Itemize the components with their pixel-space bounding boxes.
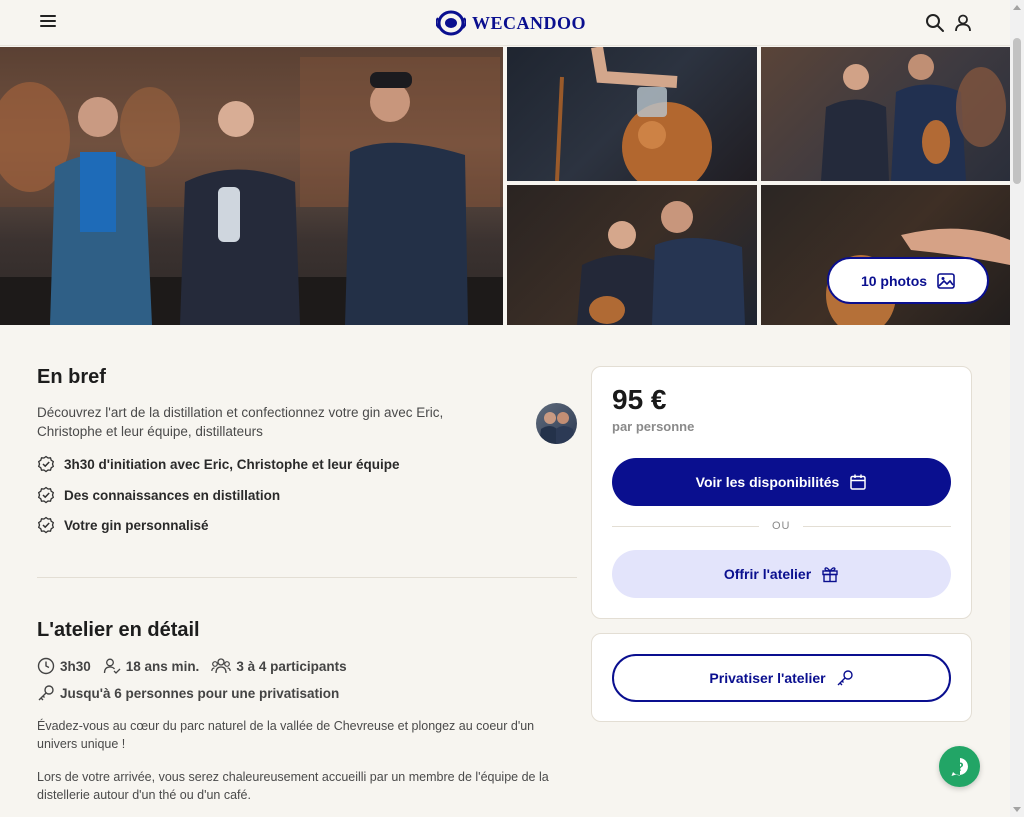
group-icon	[211, 658, 232, 674]
svg-text:?: ?	[956, 760, 963, 774]
gallery-photo-4[interactable]	[507, 185, 757, 325]
or-label: OU	[772, 520, 791, 532]
badge-check-icon	[37, 516, 55, 534]
image-icon	[937, 272, 955, 289]
detail-paragraph: Lors de votre arrivée, vous serez chaleu…	[37, 770, 549, 802]
gallery-photo-main[interactable]	[0, 47, 503, 325]
privatise-workshop-label: Privatiser l'atelier	[709, 670, 826, 686]
gift-icon	[822, 567, 838, 583]
view-all-photos-button[interactable]: 10 photos	[827, 257, 989, 304]
see-availability-label: Voir les disponibilités	[695, 474, 840, 490]
brand-logo[interactable]: WECANDOO	[436, 9, 586, 37]
photo-gallery: 10 photos	[0, 47, 1010, 325]
see-availability-button[interactable]: Voir les disponibilités	[612, 458, 951, 506]
detail-paragraph: Évadez-vous au cœur du parc naturel de l…	[37, 719, 535, 751]
calendar-icon	[850, 474, 867, 490]
or-divider-right	[803, 526, 951, 527]
brief-bullet-text: Des connaissances en distillation	[64, 487, 281, 503]
user-check-icon	[103, 658, 121, 674]
brief-bullet-text: Votre gin personnalisé	[64, 517, 209, 533]
privatise-workshop-button[interactable]: Privatiser l'atelier	[612, 654, 951, 702]
site-header: WECANDOO	[0, 0, 1010, 46]
privatisation-text: Jusqu'à 6 personnes pour une privatisati…	[60, 685, 340, 701]
gift-workshop-button[interactable]: Offrir l'atelier	[612, 550, 951, 598]
gallery-photo-5[interactable]	[761, 185, 1010, 325]
price: 95 €	[612, 384, 667, 415]
logo-text: WECANDOO	[472, 12, 587, 33]
gallery-photo-3[interactable]	[761, 47, 1010, 181]
badge-check-icon	[37, 486, 55, 504]
or-divider-left	[612, 526, 759, 527]
user-icon[interactable]	[953, 13, 973, 33]
detail-meta: 3h30 18 ans min. 3 à 4 participants	[37, 657, 351, 675]
hamburger-menu-icon[interactable]	[40, 15, 56, 29]
brief-bullet: 3h30 d'initiation avec Eric, Christophe …	[37, 455, 400, 473]
brief-intro: Découvrez l'art de la distillation et co…	[37, 405, 444, 439]
price-unit: par personne	[612, 419, 695, 434]
brief-bullet-text: 3h30 d'initiation avec Eric, Christophe …	[64, 456, 400, 472]
age-text: 18 ans min.	[125, 658, 200, 674]
search-icon[interactable]	[925, 13, 945, 33]
privatisation-info: Jusqu'à 6 personnes pour une privatisati…	[37, 684, 339, 702]
scroll-up-arrow-icon[interactable]	[1013, 5, 1021, 10]
page-scrollbar[interactable]	[1010, 0, 1024, 817]
duration-text: 3h30	[60, 658, 91, 674]
brief-title: En bref	[37, 366, 106, 388]
scroll-thumb[interactable]	[1013, 38, 1021, 184]
help-chat-button[interactable]: ?	[939, 746, 980, 787]
detail-title: L'atelier en détail	[37, 619, 200, 641]
help-question-icon: ?	[951, 757, 968, 776]
logo-mark-icon	[436, 10, 466, 36]
brief-bullet: Des connaissances en distillation	[37, 486, 280, 504]
participants-text: 3 à 4 participants	[236, 658, 347, 674]
key-icon	[837, 670, 853, 686]
gift-workshop-label: Offrir l'atelier	[723, 566, 812, 582]
clock-icon	[37, 657, 55, 675]
host-avatar[interactable]	[536, 403, 577, 444]
section-divider	[37, 577, 577, 578]
badge-check-icon	[37, 455, 55, 473]
gallery-photo-2[interactable]	[507, 47, 757, 181]
brief-bullet: Votre gin personnalisé	[37, 516, 209, 534]
scroll-down-arrow-icon[interactable]	[1013, 807, 1021, 812]
key-icon	[38, 685, 54, 701]
photos-button-label: 10 photos	[860, 272, 928, 289]
